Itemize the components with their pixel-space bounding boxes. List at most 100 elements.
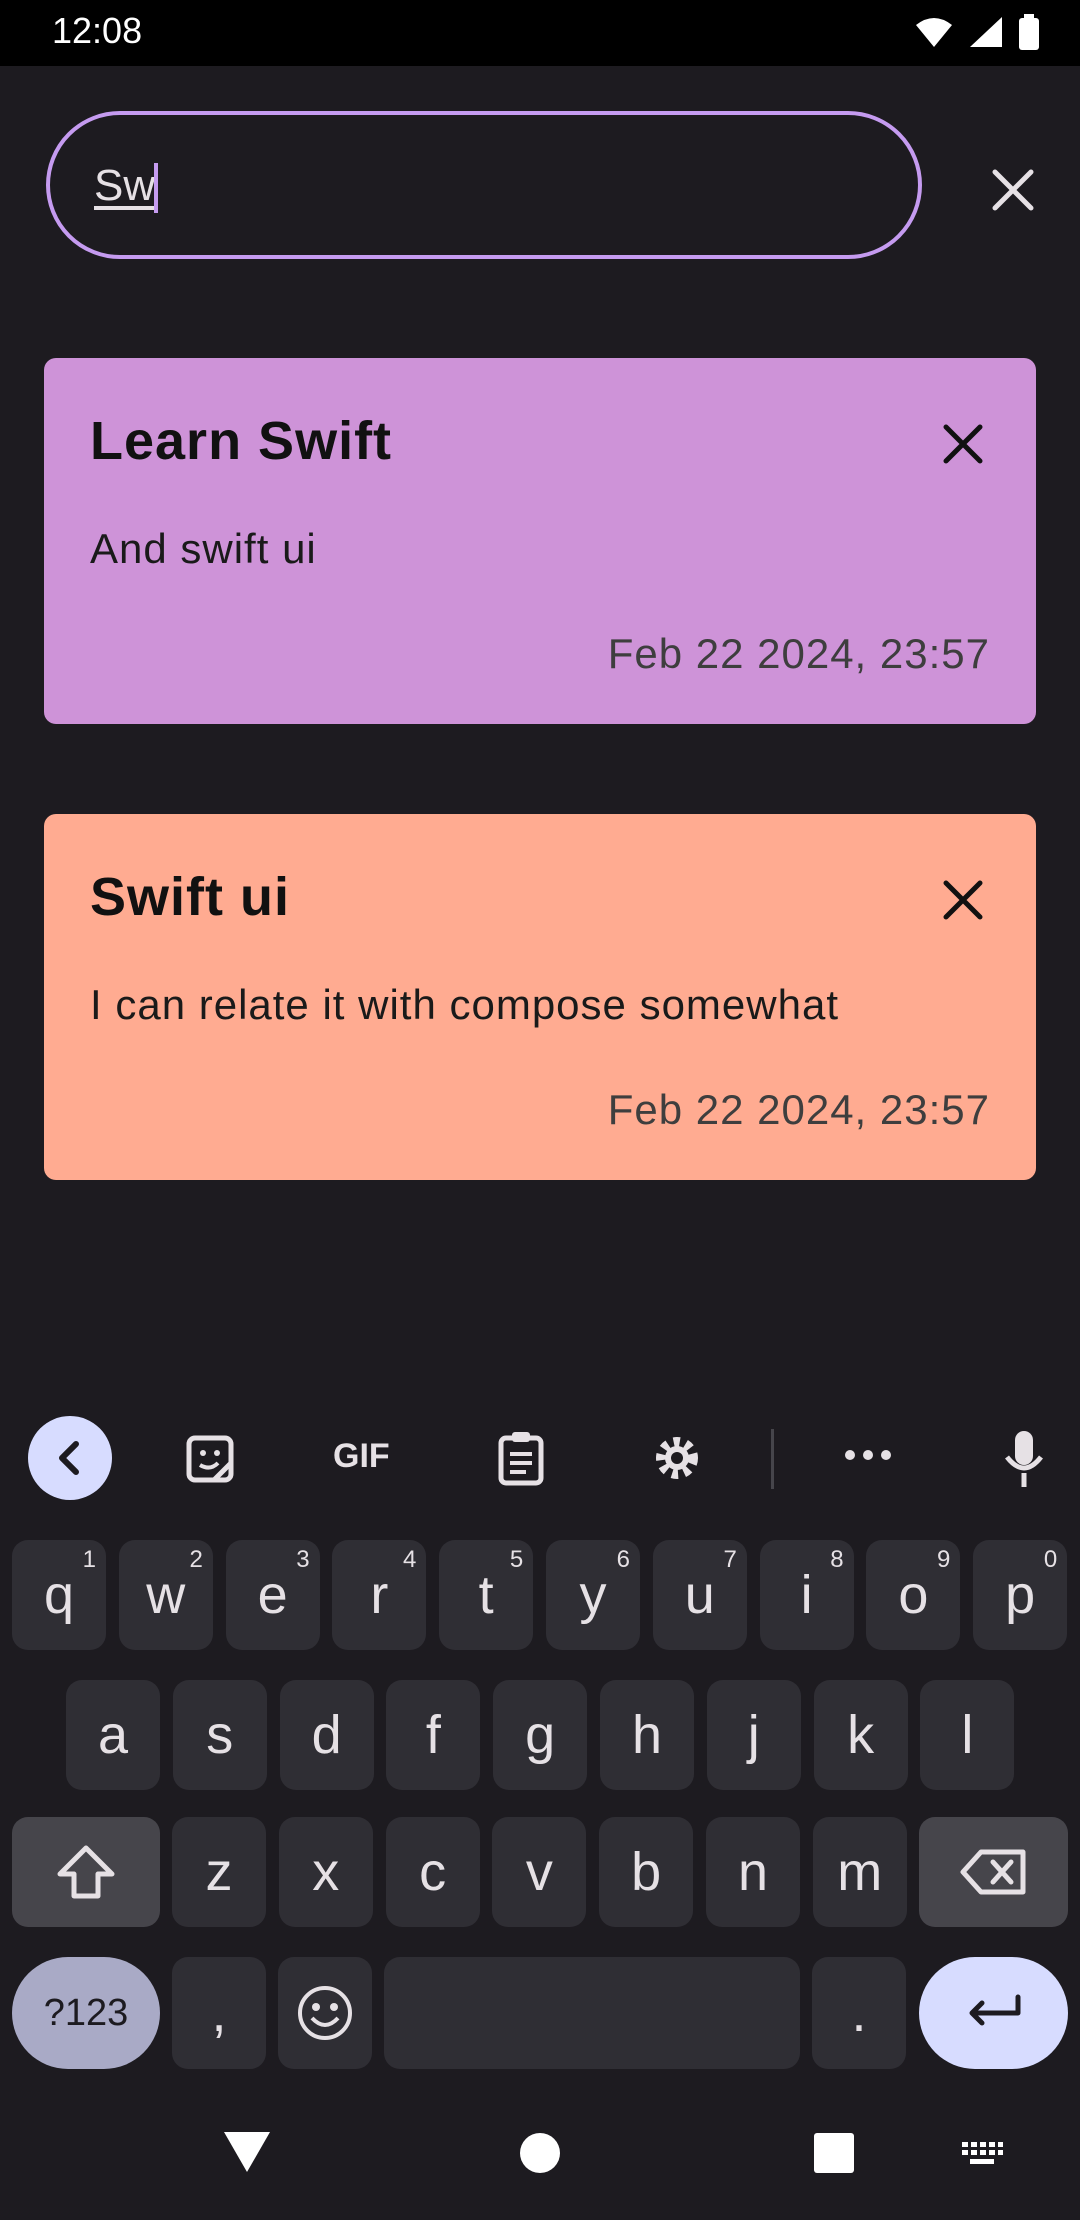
keyboard-back-button[interactable] (28, 1416, 112, 1500)
sticker-button[interactable] (184, 1433, 236, 1490)
text-caret (154, 163, 158, 213)
key-h[interactable]: h (600, 1680, 694, 1790)
note-card[interactable]: Learn Swift And swift ui Feb 22 2024, 23… (44, 358, 1036, 724)
key-g[interactable]: g (493, 1680, 588, 1790)
note-date: Feb 22 2024, 23:57 (607, 630, 990, 677)
enter-icon (969, 1994, 1020, 2026)
search-input[interactable] (92, 115, 876, 257)
nav-back-button[interactable] (222, 2130, 272, 2179)
note-title: Swift ui (90, 867, 290, 927)
search-field[interactable] (46, 111, 922, 259)
voice-input-button[interactable] (1002, 1429, 1046, 1494)
key-label: i (800, 1565, 813, 1625)
key-t[interactable]: t5 (439, 1540, 534, 1650)
key-i[interactable]: i8 (759, 1540, 854, 1650)
more-icon (845, 1450, 891, 1460)
key-hint: 0 (1043, 1546, 1058, 1573)
key-e[interactable]: e3 (225, 1540, 320, 1650)
key-o[interactable]: o9 (866, 1540, 961, 1650)
status-bar: 12:08 (0, 0, 1080, 66)
key-u[interactable]: u7 (652, 1540, 747, 1650)
key-hint: 6 (616, 1546, 630, 1573)
gear-icon (656, 1437, 698, 1479)
clipboard-icon (498, 1432, 544, 1486)
key-n[interactable]: n (706, 1817, 800, 1927)
back-triangle-icon (224, 2132, 270, 2172)
backspace-key[interactable] (919, 1817, 1068, 1927)
keyboard-settings-button[interactable] (651, 1432, 703, 1489)
key-d[interactable]: d (279, 1680, 374, 1790)
period-key[interactable]: . (812, 1957, 906, 2069)
signal-icon (970, 17, 1002, 47)
backspace-icon (960, 1849, 1025, 1895)
key-f[interactable]: f (386, 1680, 481, 1790)
close-icon (943, 424, 983, 464)
key-c[interactable]: c (385, 1817, 480, 1927)
key-hint: 5 (509, 1546, 524, 1573)
close-icon (943, 880, 983, 920)
soft-keyboard: GIF ?123 , . q1w2e3r4t5y6u7i8o9p0asdfghj… (0, 1385, 1080, 2110)
note-title: Learn Swift (90, 411, 393, 471)
recents-square-icon (814, 2133, 854, 2173)
key-hint: 1 (82, 1546, 96, 1573)
delete-note-button[interactable] (932, 869, 994, 931)
key-label: w (146, 1565, 186, 1625)
space-key[interactable] (384, 1957, 800, 2069)
wifi-icon (916, 18, 952, 47)
key-label: y (579, 1565, 607, 1625)
key-z[interactable]: z (172, 1817, 266, 1927)
navigation-bar (0, 2110, 1080, 2220)
key-hint: 3 (296, 1546, 310, 1573)
toolbar-divider (771, 1429, 774, 1489)
key-b[interactable]: b (599, 1817, 694, 1927)
key-label: p (1005, 1565, 1036, 1625)
delete-note-button[interactable] (932, 413, 994, 475)
key-k[interactable]: k (813, 1680, 908, 1790)
key-label: u (684, 1565, 715, 1625)
key-hint: 7 (723, 1546, 737, 1573)
key-y[interactable]: y6 (546, 1540, 640, 1650)
clear-search-button[interactable] (983, 160, 1043, 220)
note-card[interactable]: Swift ui I can relate it with compose so… (44, 814, 1036, 1180)
key-s[interactable]: s (172, 1680, 267, 1790)
key-r[interactable]: r4 (332, 1540, 427, 1650)
key-w[interactable]: w2 (118, 1540, 213, 1650)
symbols-key[interactable]: ?123 (12, 1957, 160, 2069)
shift-icon (57, 1845, 115, 1899)
home-circle-icon (520, 2133, 560, 2173)
nav-home-button[interactable] (519, 2132, 561, 2179)
nav-recents-button[interactable] (813, 2132, 855, 2179)
battery-icon (1019, 14, 1039, 50)
key-label: q (43, 1565, 75, 1625)
mic-icon (1005, 1431, 1043, 1487)
note-body: And swift ui (90, 525, 317, 572)
status-time: 12:08 (52, 10, 143, 51)
note-body: I can relate it with compose somewhat (90, 981, 839, 1028)
key-a[interactable]: a (66, 1680, 160, 1790)
emoji-key[interactable] (278, 1957, 372, 2069)
key-p[interactable]: p0 (973, 1540, 1068, 1650)
sticker-icon (186, 1435, 234, 1483)
key-m[interactable]: m (812, 1817, 907, 1927)
key-label: e (257, 1565, 288, 1625)
key-hint: 2 (189, 1546, 203, 1573)
more-button[interactable] (844, 1448, 892, 1466)
shift-key[interactable] (12, 1817, 160, 1927)
close-icon (992, 169, 1034, 211)
key-l[interactable]: l (920, 1680, 1015, 1790)
key-q[interactable]: q1 (12, 1540, 106, 1650)
key-hint: 9 (937, 1546, 951, 1573)
clipboard-button[interactable] (496, 1430, 546, 1491)
comma-key[interactable]: , (172, 1957, 266, 2069)
key-label: o (898, 1565, 929, 1625)
key-j[interactable]: j (706, 1680, 801, 1790)
keyboard-switch-button[interactable] (960, 2140, 1004, 2173)
status-icons (914, 14, 1040, 50)
key-x[interactable]: x (278, 1817, 373, 1927)
emoji-icon (298, 1986, 352, 2040)
key-hint: 8 (830, 1546, 844, 1573)
enter-key[interactable] (919, 1957, 1068, 2069)
key-hint: 4 (403, 1546, 417, 1573)
key-v[interactable]: v (492, 1817, 587, 1927)
gif-button[interactable]: GIF (333, 1437, 390, 1476)
